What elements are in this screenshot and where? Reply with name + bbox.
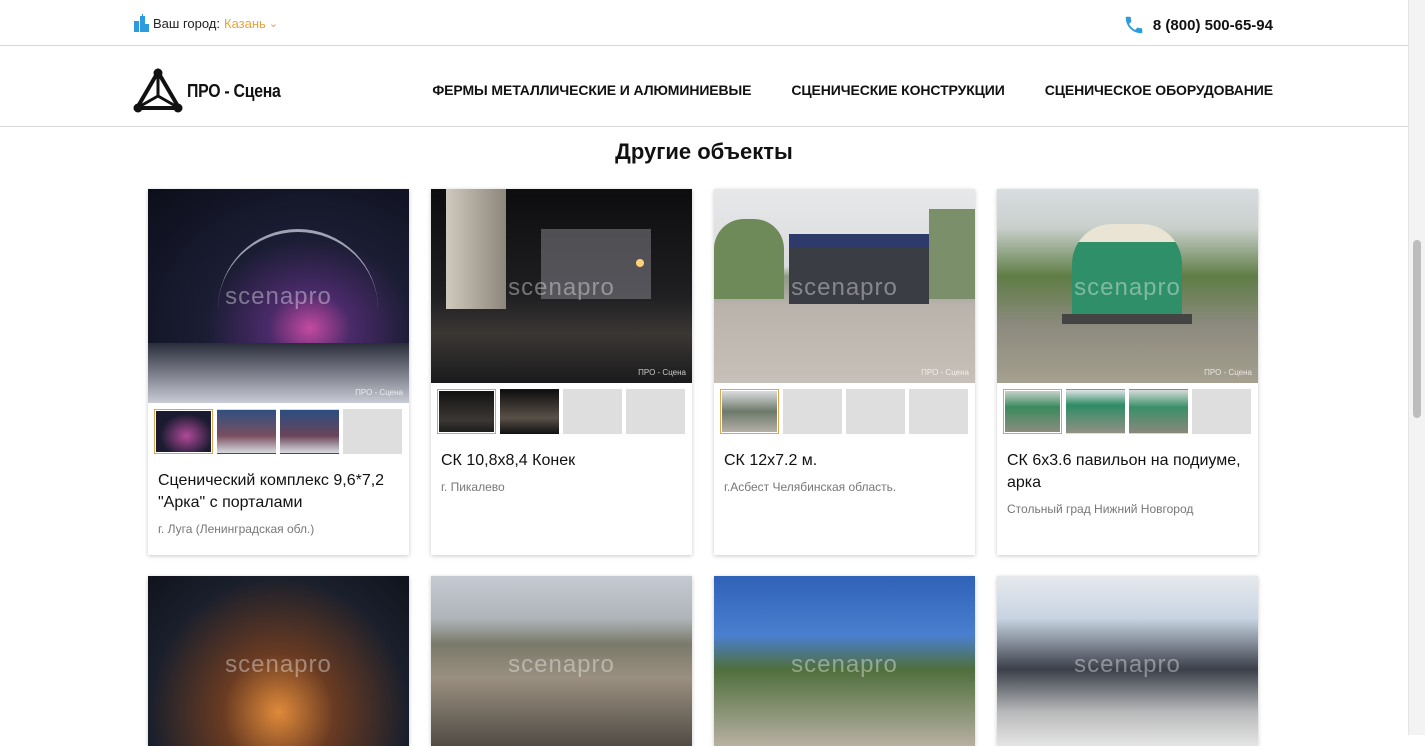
thumbnail-strip <box>148 403 409 454</box>
scrollbar-thumb[interactable] <box>1413 240 1421 418</box>
section-title: Другие объекты <box>615 139 793 164</box>
photo-watermark-logo: ПРО - Сцена <box>1204 368 1252 377</box>
phone-link[interactable]: 8 (800) 500-65-94 <box>1123 14 1273 36</box>
project-card[interactable]: scenapro ПРО - Сцена СК 6х3.6 павильон н… <box>997 189 1258 555</box>
thumbnail-placeholder[interactable] <box>343 409 402 454</box>
project-title[interactable]: СК 6х3.6 павильон на подиуме, арка <box>997 450 1258 494</box>
thumbnail-placeholder[interactable] <box>783 389 842 434</box>
photo-watermark: scenapro <box>225 650 332 678</box>
project-photo[interactable]: scenapro <box>148 576 409 746</box>
city-selector[interactable]: Ваш город: Казань ⌄ <box>133 14 278 32</box>
thumbnail[interactable] <box>154 409 213 454</box>
project-card[interactable]: scenapro ПРО - Сцена Сценический комплек… <box>148 189 409 555</box>
thumbnail[interactable] <box>1003 389 1062 434</box>
photo-watermark-logo: ПРО - Сцена <box>355 388 403 397</box>
chevron-down-icon[interactable]: ⌄ <box>269 17 278 30</box>
thumbnail-strip <box>997 383 1258 434</box>
brand-logo[interactable]: ПРО - Сцена <box>133 68 293 114</box>
project-photo[interactable]: scenapro ПРО - Сцена <box>714 189 975 383</box>
photo-watermark-logo: ПРО - Сцена <box>921 368 969 377</box>
project-photo[interactable]: scenapro <box>431 576 692 746</box>
thumbnail-placeholder[interactable] <box>909 389 968 434</box>
thumbnail-placeholder[interactable] <box>1192 389 1251 434</box>
thumbnail-placeholder[interactable] <box>563 389 622 434</box>
thumbnail[interactable] <box>720 389 779 434</box>
photo-watermark-logo: ПРО - Сцена <box>638 368 686 377</box>
thumbnail-placeholder[interactable] <box>626 389 685 434</box>
thumbnail[interactable] <box>1066 389 1125 434</box>
main-menu: ФЕРМЫ МЕТАЛЛИЧЕСКИЕ И АЛЮМИНИЕВЫЕ СЦЕНИЧ… <box>432 82 1273 98</box>
photo-watermark: scenapro <box>508 650 615 678</box>
photo-watermark: scenapro <box>1074 274 1181 302</box>
project-card[interactable]: scenapro ПРО - Сцена СК 12х7.2 м. г.Асбе… <box>714 189 975 555</box>
photo-watermark: scenapro <box>1074 650 1181 678</box>
thumbnail-strip <box>431 383 692 434</box>
city-value[interactable]: Казань <box>224 16 266 31</box>
nav-item-stage-equipment[interactable]: СЦЕНИЧЕСКОЕ ОБОРУДОВАНИЕ <box>1045 82 1273 98</box>
nav-item-stage-constructions[interactable]: СЦЕНИЧЕСКИЕ КОНСТРУКЦИИ <box>791 82 1004 98</box>
main-header: ПРО - Сцена ФЕРМЫ МЕТАЛЛИЧЕСКИЕ И АЛЮМИН… <box>0 46 1408 127</box>
triangle-logo-icon <box>133 68 183 113</box>
nav-item-trusses[interactable]: ФЕРМЫ МЕТАЛЛИЧЕСКИЕ И АЛЮМИНИЕВЫЕ <box>432 82 751 98</box>
project-card[interactable]: scenapro <box>714 576 975 746</box>
thumbnail[interactable] <box>217 409 276 454</box>
thumbnail[interactable] <box>1129 389 1188 434</box>
top-bar: Ваш город: Казань ⌄ 8 (800) 500-65-94 <box>0 0 1408 46</box>
thumbnail-strip <box>714 383 975 434</box>
project-photo[interactable]: scenapro <box>997 576 1258 746</box>
thumbnail[interactable] <box>280 409 339 454</box>
photo-watermark: scenapro <box>791 650 898 678</box>
thumbnail-placeholder[interactable] <box>846 389 905 434</box>
photo-watermark: scenapro <box>508 274 615 302</box>
city-label: Ваш город: <box>153 15 220 31</box>
phone-number[interactable]: 8 (800) 500-65-94 <box>1153 17 1273 34</box>
project-card[interactable]: scenapro ПРО - Сцена СК 10,8х8,4 Конек г… <box>431 189 692 555</box>
project-card[interactable]: scenapro <box>431 576 692 746</box>
vertical-scrollbar[interactable] <box>1408 0 1425 735</box>
project-photo[interactable]: scenapro <box>714 576 975 746</box>
project-card[interactable]: scenapro <box>997 576 1258 746</box>
project-title[interactable]: Сценический комплекс 9,6*7,2 "Арка" с по… <box>148 470 409 514</box>
city-building-icon <box>134 14 149 32</box>
project-photo[interactable]: scenapro ПРО - Сцена <box>997 189 1258 383</box>
brand-name: ПРО - Сцена <box>187 80 281 101</box>
project-title[interactable]: СК 12х7.2 м. <box>714 450 975 472</box>
project-photo[interactable]: scenapro ПРО - Сцена <box>148 189 409 403</box>
thumbnail[interactable] <box>500 389 559 434</box>
thumbnail[interactable] <box>437 389 496 434</box>
phone-icon <box>1125 16 1143 34</box>
project-location: г.Асбест Челябинская область. <box>724 480 897 494</box>
photo-watermark: scenapro <box>225 283 332 311</box>
project-location: Стольный град Нижний Новгород <box>1007 502 1194 516</box>
project-title[interactable]: СК 10,8х8,4 Конек <box>431 450 692 472</box>
project-location: г. Пикалево <box>441 480 505 494</box>
photo-watermark: scenapro <box>791 274 898 302</box>
project-photo[interactable]: scenapro ПРО - Сцена <box>431 189 692 383</box>
project-location: г. Луга (Ленинградская обл.) <box>158 522 315 536</box>
project-card[interactable]: scenapro <box>148 576 409 746</box>
